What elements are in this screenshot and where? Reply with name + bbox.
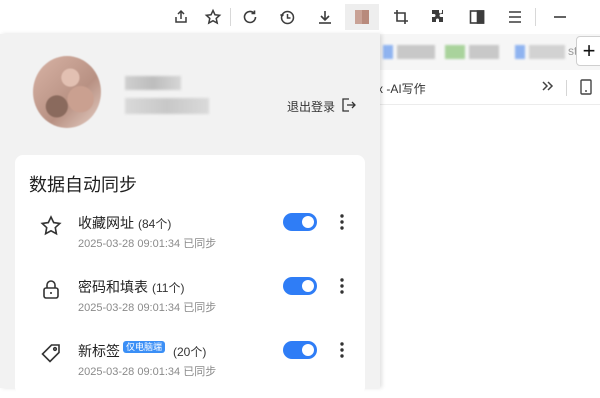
sync-item-title: 收藏网址 (84个) bbox=[78, 213, 171, 233]
mobile-bookmarks-icon[interactable] bbox=[578, 78, 594, 101]
sync-item-count: (11个) bbox=[152, 280, 185, 295]
sync-title: 数据自动同步 bbox=[29, 175, 137, 195]
star-icon[interactable] bbox=[201, 5, 225, 29]
tab-blurred[interactable] bbox=[515, 45, 525, 59]
logout-button[interactable]: 退出登录 bbox=[287, 97, 356, 116]
history-icon[interactable] bbox=[275, 5, 299, 29]
tab-blurred[interactable] bbox=[445, 45, 465, 59]
sync-item-title: 密码和填表 (11个) bbox=[78, 277, 184, 297]
sync-toggle[interactable] bbox=[283, 277, 317, 295]
lock-icon bbox=[39, 278, 63, 302]
tab-blurred[interactable] bbox=[469, 45, 499, 59]
sidebar-icon[interactable] bbox=[465, 5, 489, 29]
download-icon[interactable] bbox=[313, 5, 337, 29]
menu-icon[interactable] bbox=[503, 5, 527, 29]
star-icon bbox=[39, 214, 63, 238]
extensions-icon[interactable] bbox=[426, 5, 450, 29]
chevron-double-right-icon[interactable] bbox=[540, 78, 556, 99]
profile-avatar-image bbox=[355, 10, 369, 24]
bookmark-item[interactable]: x -AI写作 bbox=[377, 80, 426, 97]
sync-item-count: (84个) bbox=[138, 216, 172, 231]
bookmarks-divider bbox=[566, 80, 567, 96]
more-options-icon[interactable] bbox=[336, 212, 348, 232]
toolbar-divider bbox=[535, 8, 536, 26]
user-avatar bbox=[33, 56, 101, 128]
share-icon[interactable] bbox=[169, 5, 193, 29]
more-options-icon[interactable] bbox=[336, 276, 348, 296]
desktop-only-badge: 仅电脑端 bbox=[123, 341, 166, 353]
sync-item-time: 2025-03-28 09:01:34 已同步 bbox=[78, 366, 217, 378]
user-id-blurred bbox=[125, 98, 209, 114]
tab-blurred[interactable] bbox=[397, 45, 435, 59]
tab-blurred[interactable] bbox=[529, 45, 565, 59]
crop-icon[interactable] bbox=[389, 5, 413, 29]
minimize-icon[interactable] bbox=[548, 5, 572, 29]
tag-icon bbox=[39, 342, 63, 366]
sync-item-label: 密码和填表 bbox=[78, 279, 148, 295]
tab-strip bbox=[365, 34, 600, 70]
bookmarks-bar: x -AI写作 bbox=[365, 70, 600, 105]
browser-toolbar bbox=[0, 0, 600, 34]
sync-item-passwords: 密码和填表 (11个) 2025-03-28 09:01:34 已同步 bbox=[15, 274, 365, 334]
sync-item-label: 收藏网址 bbox=[78, 215, 134, 231]
toolbar-divider bbox=[230, 8, 231, 26]
reload-icon[interactable] bbox=[238, 5, 262, 29]
sync-card: 数据自动同步 收藏网址 (84个) 2025-03-28 09:01:34 已同… bbox=[15, 155, 365, 395]
sync-item-newtab: 新标签 仅电脑端 (20个) 2025-03-28 09:01:34 已同步 bbox=[15, 338, 365, 398]
new-tab-button[interactable]: + bbox=[576, 36, 600, 66]
sync-item-bookmarks: 收藏网址 (84个) 2025-03-28 09:01:34 已同步 bbox=[15, 210, 365, 270]
sync-item-title: 新标签 仅电脑端 (20个) bbox=[78, 341, 206, 361]
profile-avatar[interactable] bbox=[345, 4, 379, 30]
sync-toggle[interactable] bbox=[283, 213, 317, 231]
sync-item-time: 2025-03-28 09:01:34 已同步 bbox=[78, 238, 217, 250]
sync-item-label: 新标签 bbox=[78, 343, 120, 359]
more-options-icon[interactable] bbox=[336, 340, 348, 360]
logout-label: 退出登录 bbox=[287, 100, 336, 114]
sync-item-time: 2025-03-28 09:01:34 已同步 bbox=[78, 302, 217, 314]
logout-icon bbox=[340, 97, 356, 116]
username-blurred bbox=[125, 76, 181, 90]
account-sync-panel: 退出登录 数据自动同步 收藏网址 (84个) 2025-03-28 09:01:… bbox=[0, 34, 380, 395]
sync-item-count: (20个) bbox=[173, 344, 207, 359]
sync-toggle[interactable] bbox=[283, 341, 317, 359]
tab-blurred[interactable] bbox=[383, 45, 393, 59]
